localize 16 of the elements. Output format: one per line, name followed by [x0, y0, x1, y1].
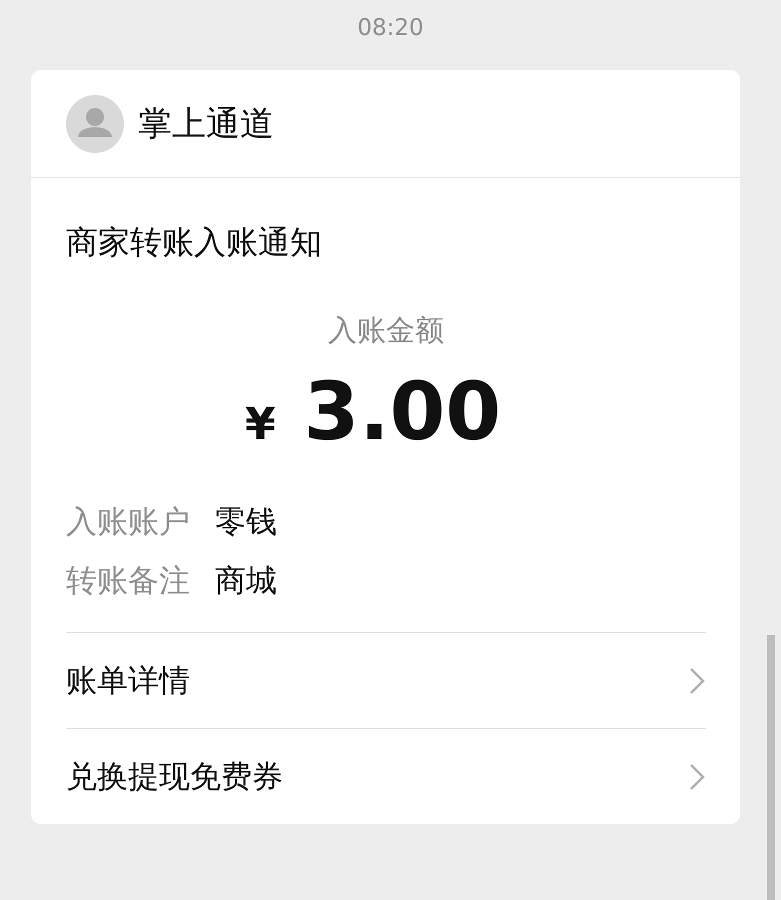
detail-value: 商城	[215, 562, 277, 601]
detail-label: 转账备注	[66, 562, 190, 601]
link-item[interactable]: 兑换提现免费券	[66, 756, 283, 798]
scrollbar[interactable]	[767, 635, 775, 900]
detail-value: 零钱	[215, 503, 277, 542]
chevron-right-icon	[688, 666, 706, 696]
sender-name[interactable]: 掌上通道	[138, 100, 274, 146]
currency-sign: ¥	[244, 399, 276, 450]
message-time: 08:20	[357, 14, 424, 43]
chevron-right-icon	[688, 762, 706, 792]
amount-label: 入账金额	[328, 312, 444, 349]
amount-value: 3.00	[304, 364, 501, 460]
detail-label: 入账账户	[66, 503, 190, 542]
avatar-icon	[66, 94, 124, 152]
notification-title: 商家转账入账通知	[66, 222, 323, 263]
link-item[interactable]: 账单详情	[66, 660, 190, 702]
